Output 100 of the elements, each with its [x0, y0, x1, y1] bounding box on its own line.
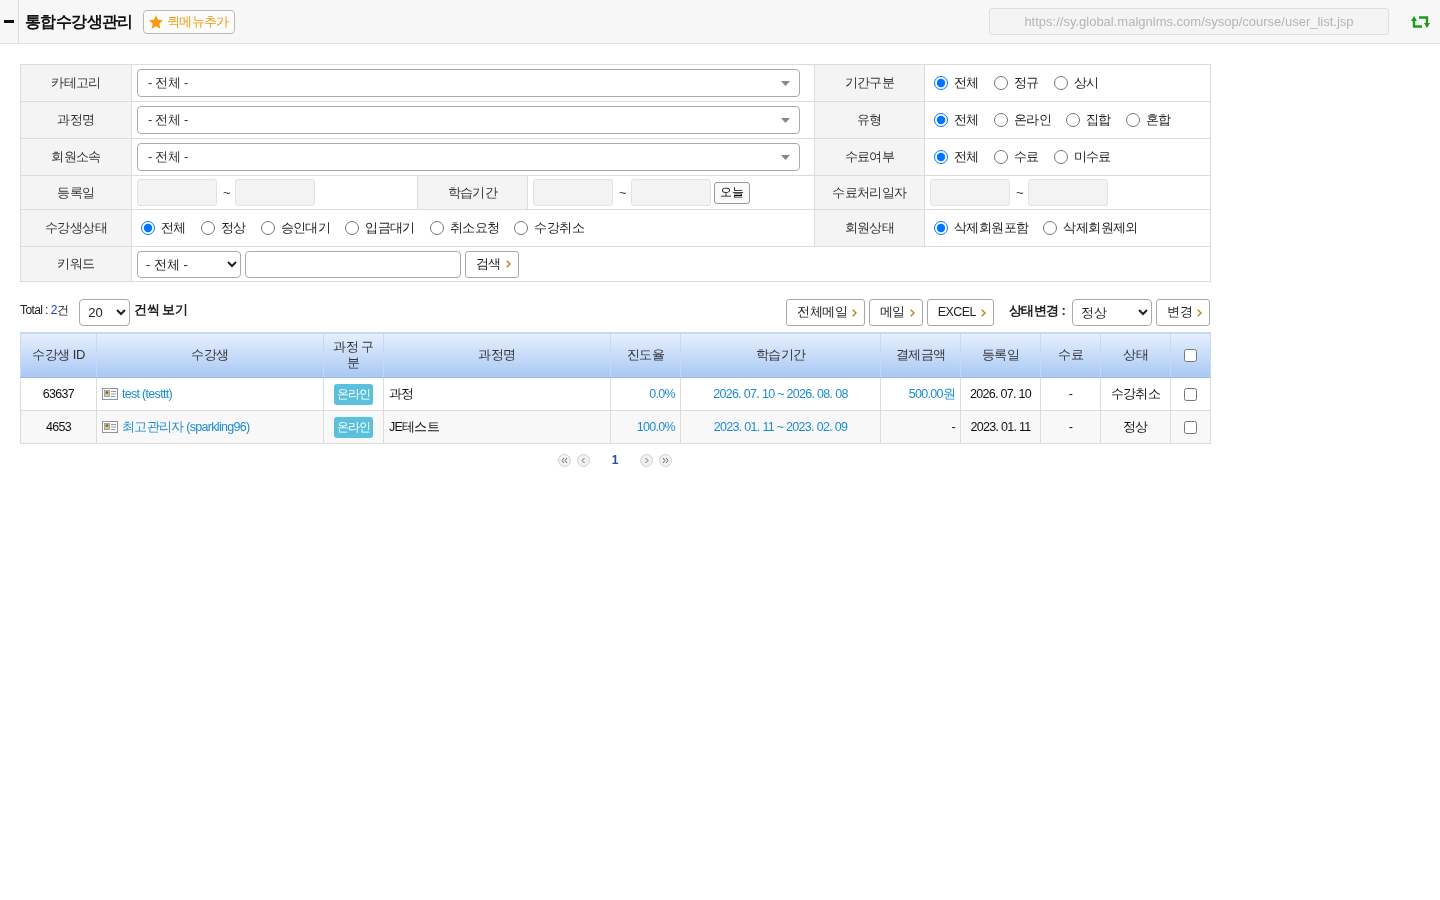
first-page-icon[interactable] — [557, 453, 571, 467]
table-cell: - — [1040, 410, 1101, 444]
table-cell: JE테스트 — [383, 410, 611, 444]
radio-button[interactable] — [429, 221, 444, 235]
filter-label: 유형 — [814, 101, 925, 139]
radio-label[interactable]: 수강취소 — [534, 218, 585, 238]
keyword-type-select[interactable]: - 전체 - — [137, 250, 241, 278]
radio-label[interactable]: 온라인 — [1013, 110, 1051, 130]
id-card-icon — [102, 388, 118, 400]
filter-label: 카테고리 — [20, 64, 132, 102]
radio-label[interactable]: 수료 — [1013, 147, 1039, 167]
radio-label[interactable]: 승인대기 — [280, 218, 331, 238]
radio-label[interactable]: 정상 — [220, 218, 246, 238]
next-page-icon[interactable] — [640, 453, 654, 467]
date-field[interactable] — [631, 179, 712, 206]
radio-button[interactable] — [260, 221, 275, 235]
page-size-select[interactable]: 20 — [79, 299, 131, 326]
date-field[interactable] — [137, 179, 217, 206]
filter-label: 회원소속 — [20, 138, 132, 176]
column-header: 과정 구분 — [323, 332, 384, 378]
radio-button[interactable] — [993, 150, 1008, 164]
radio-label[interactable]: 상시 — [1073, 73, 1099, 93]
table-cell: 2026. 07. 10 ~ 2026. 08. 08 — [680, 377, 881, 411]
radio-button[interactable] — [993, 113, 1008, 127]
radio-label[interactable]: 삭제회원포함 — [954, 218, 1029, 238]
select-all-checkbox[interactable] — [1184, 349, 1197, 363]
radio-button[interactable] — [934, 113, 948, 127]
date-field[interactable] — [1028, 179, 1109, 206]
refresh-icon[interactable] — [1411, 14, 1430, 29]
table-cell: - — [880, 410, 961, 444]
radio-label[interactable]: 전체 — [954, 110, 979, 130]
column-header: 상태 — [1100, 332, 1171, 378]
radio-button[interactable] — [993, 76, 1008, 90]
radio-button[interactable] — [345, 221, 360, 235]
filter-label: 학습기간 — [417, 175, 528, 210]
row-checkbox[interactable] — [1184, 420, 1197, 434]
date-field[interactable] — [930, 179, 1010, 206]
radio-button[interactable] — [1043, 221, 1058, 235]
row-checkbox[interactable] — [1184, 387, 1197, 401]
toolbar-button[interactable]: 메일 — [869, 299, 923, 326]
today-button[interactable]: 오늘 — [714, 181, 751, 204]
radio-button[interactable] — [934, 221, 948, 235]
radio-label[interactable]: 취소요청 — [449, 218, 500, 238]
column-header: 진도율 — [610, 332, 681, 378]
date-field[interactable] — [533, 179, 613, 206]
radio-label[interactable]: 전체 — [161, 218, 186, 238]
table-cell: - — [1040, 377, 1101, 411]
radio-label[interactable]: 정규 — [1013, 73, 1039, 93]
caret-icon — [781, 117, 790, 123]
table-cell: 정상 — [1100, 410, 1171, 444]
table-cell: 500.00원 — [880, 377, 961, 411]
radio-button[interactable] — [200, 221, 215, 235]
table-cell: 수강취소 — [1100, 377, 1171, 411]
page-number[interactable]: 1 — [611, 451, 619, 469]
status-select[interactable]: 정상 — [1072, 299, 1153, 326]
radio-label[interactable]: 미수료 — [1073, 147, 1111, 167]
previous-page-icon[interactable] — [576, 453, 590, 467]
caret-icon — [781, 80, 790, 86]
chevron-icon — [1197, 308, 1202, 317]
student-link[interactable]: test (testtt) — [122, 384, 172, 404]
dropdown[interactable]: - 전체 - — [137, 143, 800, 171]
radio-label[interactable]: 삭제회원제외 — [1063, 218, 1138, 238]
column-header: 등록일 — [960, 332, 1041, 378]
radio-label[interactable]: 전체 — [954, 147, 979, 167]
radio-button[interactable] — [934, 76, 948, 90]
table-cell: 과정 — [383, 377, 611, 411]
radio-button[interactable] — [1066, 113, 1080, 127]
radio-button[interactable] — [141, 221, 155, 235]
column-header: 수료 — [1040, 332, 1101, 378]
filter-label: 수료여부 — [814, 138, 925, 176]
table-cell: 2026. 07. 10 — [960, 377, 1041, 411]
toolbar-button[interactable]: 전체메일 — [786, 299, 866, 326]
radio-button[interactable] — [1053, 76, 1068, 90]
chevron-icon — [909, 308, 915, 317]
keyword-field[interactable] — [245, 250, 461, 278]
search-button[interactable]: 검색 — [465, 250, 519, 278]
chevron-icon — [852, 308, 858, 317]
caret-icon — [781, 154, 790, 160]
table-cell: 2023. 01. 11 — [960, 410, 1041, 444]
table-cell: 100.0% — [610, 410, 681, 444]
id-card-icon — [102, 421, 118, 433]
radio-button[interactable] — [1053, 150, 1068, 164]
column-header: 학습기간 — [680, 332, 881, 378]
date-field[interactable] — [235, 179, 316, 206]
filter-label: 수료처리일자 — [814, 175, 925, 210]
toolbar-button[interactable]: EXCEL — [926, 299, 994, 326]
course-type-tag: 온라인 — [333, 383, 374, 405]
table-cell: 63637 — [20, 377, 97, 411]
dropdown[interactable]: - 전체 - — [137, 69, 800, 97]
radio-button[interactable] — [1125, 113, 1140, 127]
radio-label[interactable]: 혼합 — [1145, 110, 1171, 130]
radio-button[interactable] — [934, 150, 948, 164]
radio-label[interactable]: 집합 — [1086, 110, 1111, 130]
filter-label: 키워드 — [20, 246, 132, 282]
last-page-icon[interactable] — [659, 453, 673, 467]
dropdown[interactable]: - 전체 - — [137, 106, 800, 134]
apply-button[interactable]: 변경 — [1156, 299, 1210, 326]
radio-label[interactable]: 입금대기 — [365, 218, 415, 238]
radio-button[interactable] — [514, 221, 529, 235]
radio-label[interactable]: 전체 — [954, 73, 979, 93]
